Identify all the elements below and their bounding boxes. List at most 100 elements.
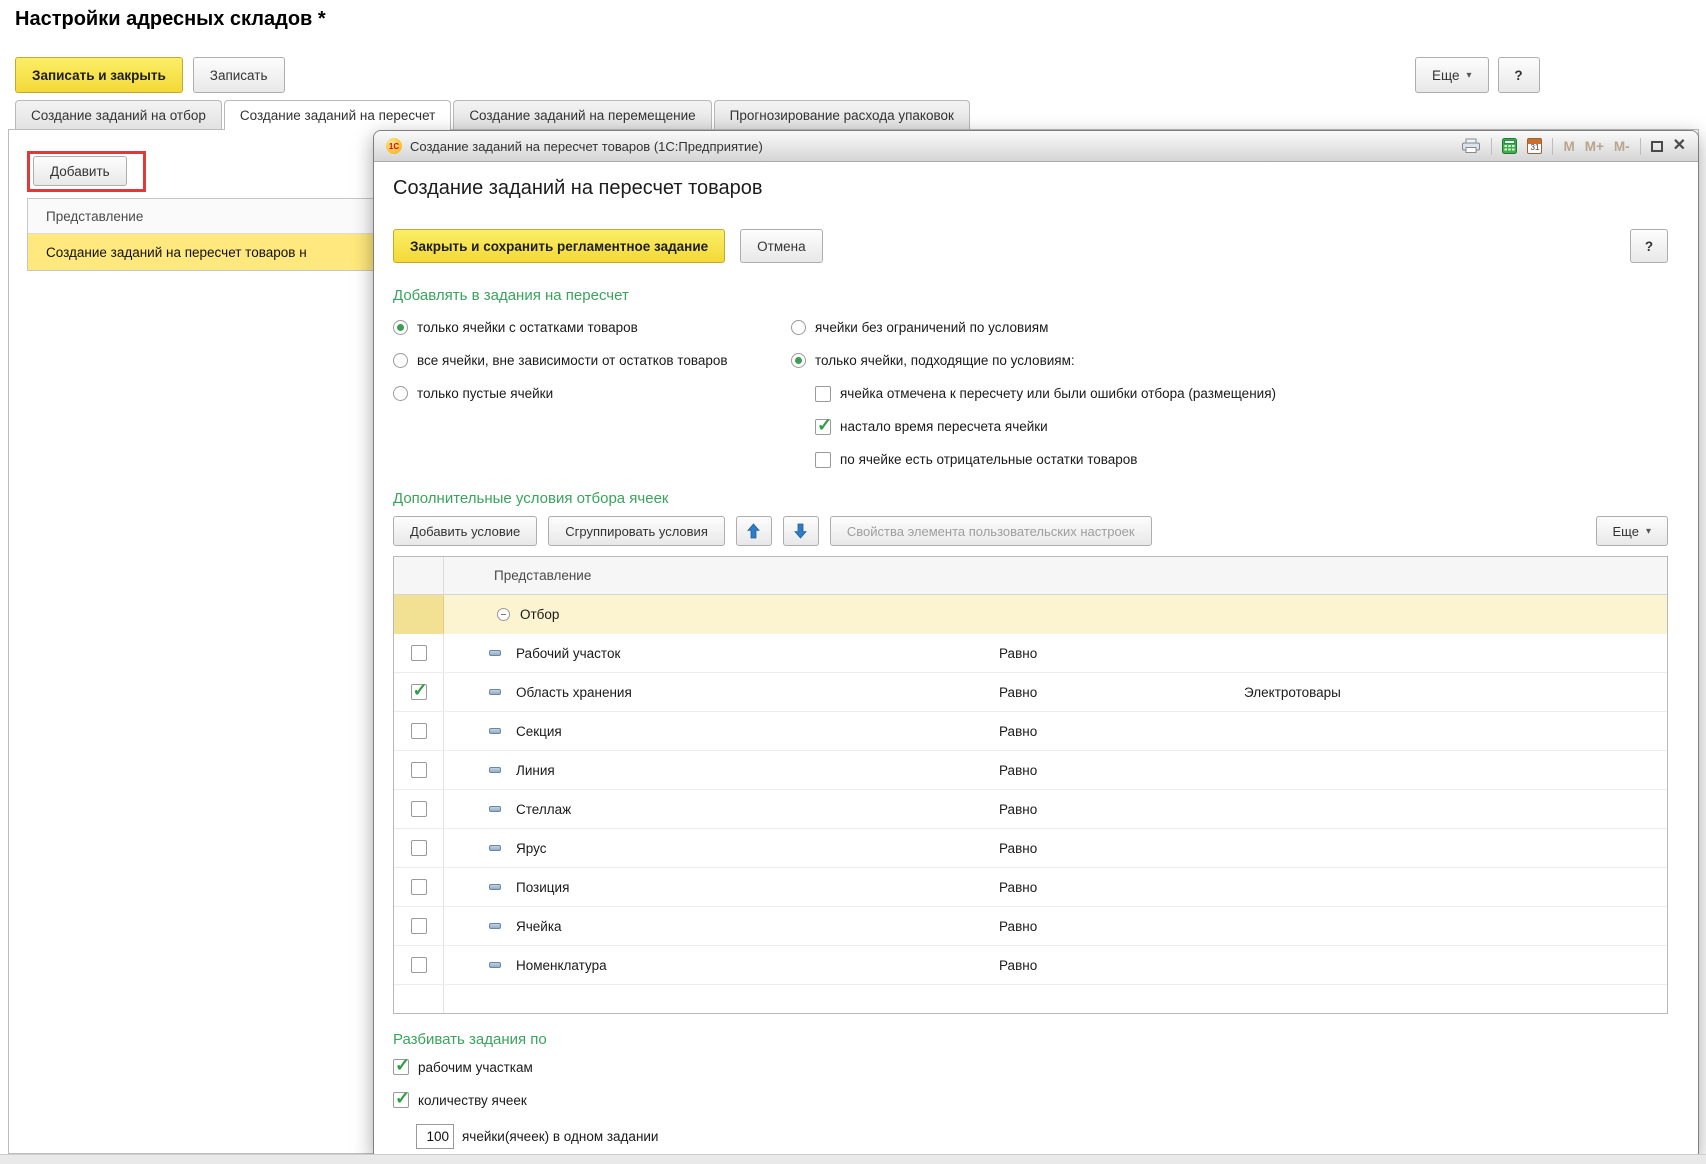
- group-conditions-button[interactable]: Сгруппировать условия: [548, 516, 725, 546]
- group-row-checkbox-cell: [394, 595, 444, 634]
- radio-icon[interactable]: [393, 320, 408, 335]
- section-title-split-tasks: Разбивать задания по: [393, 1030, 1668, 1050]
- dialog-help-button[interactable]: ?: [1630, 229, 1668, 263]
- condition-value[interactable]: [1244, 907, 1667, 945]
- memory-m-plus-button[interactable]: M+: [1585, 139, 1604, 154]
- radio-icon[interactable]: [393, 386, 408, 401]
- radio-all-cells[interactable]: все ячейки, вне зависимости от остатков …: [393, 344, 791, 377]
- condition-comparison[interactable]: Равно: [999, 673, 1244, 711]
- app-window: Настройки адресных складов * Записать и …: [0, 0, 1706, 1164]
- condition-name: Ярус: [516, 841, 546, 856]
- add-options-right-column: ячейки без ограничений по условиям тольк…: [791, 311, 1668, 476]
- filter-group-row[interactable]: Отбор: [394, 595, 1667, 634]
- condition-checkbox[interactable]: [411, 879, 427, 895]
- add-condition-button[interactable]: Добавить условие: [393, 516, 537, 546]
- condition-comparison[interactable]: Равно: [999, 634, 1244, 672]
- condition-checkbox[interactable]: [411, 723, 427, 739]
- checkbox-icon[interactable]: [815, 452, 831, 468]
- save-and-close-button[interactable]: Записать и закрыть: [15, 57, 183, 93]
- condition-row-position[interactable]: Позиция Равно: [394, 868, 1667, 907]
- maximize-icon[interactable]: [1651, 141, 1663, 152]
- condition-row-nomenclature[interactable]: Номенклатура Равно: [394, 946, 1667, 985]
- condition-checkbox[interactable]: [411, 840, 427, 856]
- checkbox-icon[interactable]: [815, 386, 831, 402]
- condition-checkbox[interactable]: [411, 762, 427, 778]
- arrow-down-icon: [794, 523, 807, 539]
- condition-checkbox[interactable]: [411, 918, 427, 934]
- condition-checkbox[interactable]: [411, 645, 427, 661]
- condition-value[interactable]: Электротовары: [1244, 673, 1667, 711]
- condition-row-storage-area[interactable]: Область хранения Равно Электротовары: [394, 673, 1667, 712]
- tab-create-picking-tasks[interactable]: Создание заданий на отбор: [15, 100, 222, 129]
- checkbox-label: настало время пересчета ячейки: [840, 419, 1048, 434]
- tab-create-recount-tasks[interactable]: Создание заданий на пересчет: [224, 100, 451, 130]
- condition-value[interactable]: [1244, 634, 1667, 672]
- condition-value[interactable]: [1244, 712, 1667, 750]
- condition-item-icon: [489, 689, 501, 695]
- condition-value[interactable]: [1244, 829, 1667, 867]
- condition-item-icon: [489, 728, 501, 734]
- condition-row-work-area[interactable]: Рабочий участок Равно: [394, 634, 1667, 673]
- conditions-toolbar: Добавить условие Сгруппировать условия С…: [393, 516, 1668, 546]
- checkbox-split-by-work-areas[interactable]: рабочим участкам: [393, 1057, 1668, 1077]
- memory-m-button[interactable]: M: [1563, 139, 1574, 154]
- condition-checkbox[interactable]: [411, 684, 427, 700]
- radio-cells-no-conditions[interactable]: ячейки без ограничений по условиям: [791, 311, 1668, 344]
- help-button[interactable]: ?: [1498, 57, 1540, 93]
- conditions-more-button[interactable]: Еще ▾: [1596, 516, 1668, 546]
- radio-cells-with-stock[interactable]: только ячейки с остатками товаров: [393, 311, 791, 344]
- condition-checkbox[interactable]: [411, 957, 427, 973]
- close-and-save-schedule-button[interactable]: Закрыть и сохранить регламентное задание: [393, 229, 725, 263]
- condition-value[interactable]: [1244, 790, 1667, 828]
- more-button[interactable]: Еще ▾: [1415, 57, 1489, 93]
- condition-checkbox[interactable]: [411, 801, 427, 817]
- radio-icon[interactable]: [791, 320, 806, 335]
- section-title-add-to-tasks: Добавлять в задания на пересчет: [393, 286, 1668, 306]
- checkbox-recount-time[interactable]: настало время пересчета ячейки: [815, 410, 1668, 443]
- condition-value[interactable]: [1244, 946, 1667, 984]
- save-button[interactable]: Записать: [193, 57, 285, 93]
- condition-value[interactable]: [1244, 751, 1667, 789]
- condition-comparison[interactable]: Равно: [999, 868, 1244, 906]
- move-up-button[interactable]: [736, 516, 772, 546]
- condition-comparison[interactable]: Равно: [999, 712, 1244, 750]
- radio-cells-matching-conditions[interactable]: только ячейки, подходящие по условиям:: [791, 344, 1668, 377]
- calculator-icon[interactable]: [1502, 138, 1517, 154]
- condition-row-section[interactable]: Секция Равно: [394, 712, 1667, 751]
- checkbox-split-by-cell-count[interactable]: количеству ячеек: [393, 1090, 1668, 1110]
- condition-comparison[interactable]: Равно: [999, 907, 1244, 945]
- condition-row-cell[interactable]: Ячейка Равно: [394, 907, 1667, 946]
- condition-comparison[interactable]: Равно: [999, 946, 1244, 984]
- memory-m-minus-button[interactable]: M-: [1614, 139, 1630, 154]
- close-icon[interactable]: ✕: [1673, 138, 1686, 154]
- printer-icon[interactable]: [1461, 138, 1481, 154]
- checkbox-icon[interactable]: [815, 419, 831, 435]
- condition-comparison[interactable]: Равно: [999, 751, 1244, 789]
- condition-name: Рабочий участок: [516, 646, 620, 661]
- conditions-table: Представление Отбор Рабочий участок Равн…: [393, 556, 1668, 1014]
- condition-row-line[interactable]: Линия Равно: [394, 751, 1667, 790]
- checkbox-negative-stock[interactable]: по ячейке есть отрицательные остатки тов…: [815, 443, 1668, 476]
- group-row-label: Отбор: [520, 607, 559, 622]
- dialog-titlebar[interactable]: 1С Создание заданий на пересчет товаров …: [374, 131, 1698, 162]
- condition-comparison[interactable]: Равно: [999, 790, 1244, 828]
- radio-icon[interactable]: [393, 353, 408, 368]
- condition-value[interactable]: [1244, 868, 1667, 906]
- collapse-group-icon[interactable]: [497, 608, 510, 621]
- cancel-button[interactable]: Отмена: [740, 229, 822, 263]
- condition-comparison[interactable]: Равно: [999, 829, 1244, 867]
- condition-row-rack[interactable]: Стеллаж Равно: [394, 790, 1667, 829]
- checkbox-icon[interactable]: [393, 1059, 409, 1075]
- tab-packaging-forecast[interactable]: Прогнозирование расхода упаковок: [714, 100, 970, 129]
- tab-create-movement-tasks[interactable]: Создание заданий на перемещение: [453, 100, 711, 129]
- calendar-icon[interactable]: 31: [1527, 138, 1542, 154]
- checkbox-marked-or-errors[interactable]: ячейка отмечена к пересчету или были оши…: [815, 377, 1668, 410]
- move-down-button[interactable]: [783, 516, 819, 546]
- checkbox-icon[interactable]: [393, 1092, 409, 1108]
- dialog-titlebar-text: Создание заданий на пересчет товаров (1С…: [410, 139, 763, 154]
- radio-empty-cells-only[interactable]: только пустые ячейки: [393, 377, 791, 410]
- condition-row-tier[interactable]: Ярус Равно: [394, 829, 1667, 868]
- radio-icon[interactable]: [791, 353, 806, 368]
- cells-per-task-input[interactable]: [416, 1124, 454, 1149]
- representation-column-header[interactable]: Представление: [444, 557, 1667, 594]
